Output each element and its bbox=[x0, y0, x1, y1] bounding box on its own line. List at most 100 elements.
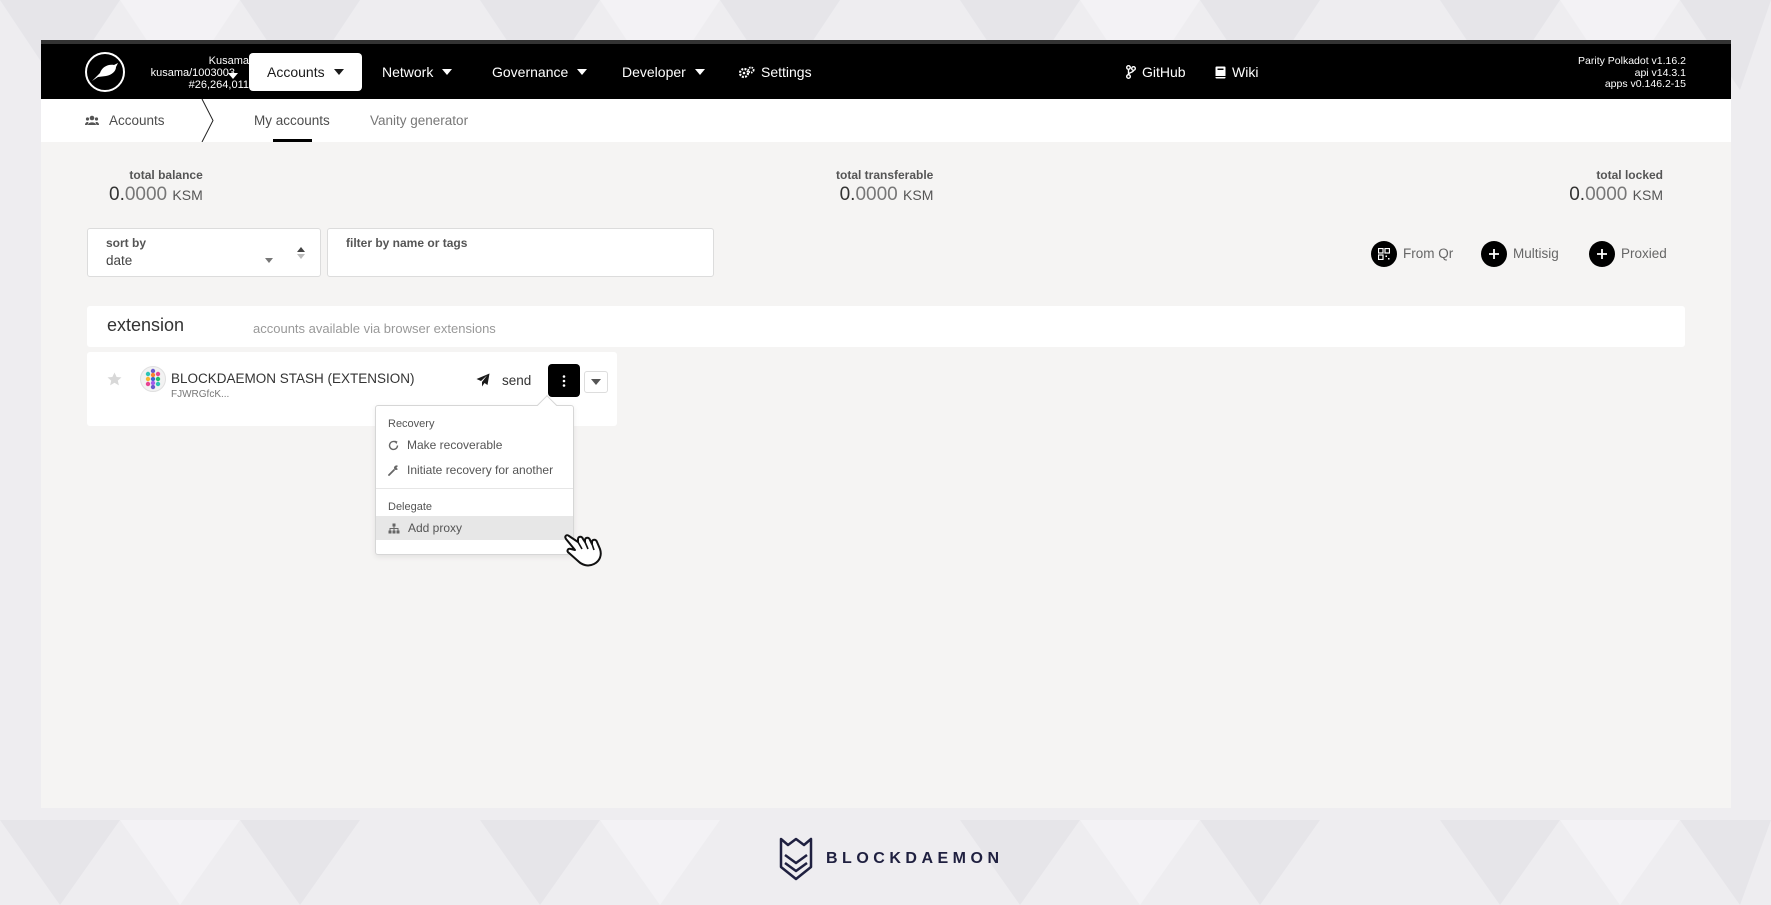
plus-icon bbox=[1481, 240, 1507, 267]
from-qr-button[interactable]: From Qr bbox=[1371, 240, 1453, 267]
nav-developer[interactable]: Developer bbox=[604, 53, 723, 91]
extension-subtitle: accounts available via browser extension… bbox=[253, 321, 496, 336]
nav-network[interactable]: Network bbox=[364, 53, 470, 91]
sort-by-dropdown[interactable]: sort by date bbox=[87, 228, 321, 277]
total-balance-unit: KSM bbox=[172, 187, 203, 203]
gears-icon bbox=[739, 66, 755, 78]
top-navbar: Kusama kusama/1003003 #26,264,011 Accoun… bbox=[41, 44, 1731, 99]
nav-settings-label: Settings bbox=[761, 64, 812, 80]
blockdaemon-brand: BLOCKDAEMON bbox=[779, 837, 1004, 881]
nav-settings[interactable]: Settings bbox=[721, 53, 830, 91]
chevron-down-icon bbox=[265, 258, 273, 263]
chain-caret-icon bbox=[228, 73, 238, 79]
send-label: send bbox=[502, 372, 532, 388]
plus-icon bbox=[1589, 240, 1615, 267]
send-button[interactable]: send bbox=[476, 370, 531, 390]
total-locked-int: 0. bbox=[1569, 184, 1586, 205]
total-transferable-dec: 0000 bbox=[855, 184, 898, 205]
account-options-menu: Recovery Make recoverable Initiate recov… bbox=[375, 395, 574, 555]
total-transferable-label: total transferable bbox=[836, 168, 934, 182]
total-transferable-value: 0.0000 KSM bbox=[836, 184, 934, 206]
total-balance-dec: 0000 bbox=[124, 184, 168, 205]
proxied-button[interactable]: Proxied bbox=[1589, 240, 1667, 267]
nav-github[interactable]: GitHub bbox=[1108, 53, 1204, 91]
client-version: Parity Polkadot v1.16.2 bbox=[1578, 55, 1686, 67]
menu-item-make-recoverable[interactable]: Make recoverable bbox=[376, 433, 573, 457]
chevron-down-icon bbox=[694, 69, 705, 75]
account-address[interactable]: FJWRGfcK... bbox=[171, 389, 229, 400]
app-window: Kusama kusama/1003003 #26,264,011 Accoun… bbox=[41, 40, 1731, 808]
total-locked-value: 0.0000 KSM bbox=[1569, 184, 1663, 206]
blockdaemon-logo-icon bbox=[779, 837, 813, 881]
menu-item-add-proxy[interactable]: Add proxy bbox=[376, 516, 573, 540]
active-tab-indicator bbox=[273, 139, 312, 142]
total-transferable: total transferable 0.0000 KSM bbox=[836, 168, 933, 206]
block-number: #26,264,011 bbox=[188, 79, 249, 91]
hand-pointer-cursor-icon bbox=[564, 534, 602, 567]
total-balance-value: 0.0000 KSM bbox=[109, 184, 203, 206]
git-branch-icon bbox=[1126, 65, 1136, 79]
more-options-button[interactable] bbox=[548, 364, 580, 397]
chevron-down-icon bbox=[442, 69, 453, 75]
sort-by-label: sort by bbox=[106, 236, 147, 250]
sub-navbar: Accounts My accounts Vanity generator bbox=[41, 99, 1731, 142]
nav-developer-label: Developer bbox=[622, 64, 686, 80]
chevron-down-icon bbox=[333, 69, 344, 75]
chevron-down-icon bbox=[591, 379, 601, 385]
sort-by-value: date bbox=[106, 253, 133, 268]
total-locked-label: total locked bbox=[1596, 168, 1663, 182]
version-info: Parity Polkadot v1.16.2 api v14.3.1 apps… bbox=[1578, 55, 1686, 91]
refresh-icon bbox=[388, 440, 399, 450]
filter-input[interactable]: filter by name or tags bbox=[327, 228, 714, 277]
total-locked-unit: KSM bbox=[1632, 187, 1663, 203]
menu-header-delegate: Delegate bbox=[388, 501, 433, 513]
kusama-logo-icon[interactable] bbox=[85, 52, 125, 92]
proxied-label: Proxied bbox=[1621, 246, 1667, 261]
nav-accounts-label: Accounts bbox=[267, 64, 325, 80]
menu-item-initiate-recovery[interactable]: Initiate recovery for another bbox=[376, 458, 573, 482]
nav-governance-label: Governance bbox=[492, 64, 569, 80]
nav-wiki[interactable]: Wiki bbox=[1197, 53, 1276, 91]
total-balance: total balance 0.0000 KSM bbox=[109, 168, 203, 206]
account-name[interactable]: BLOCKDAEMON STASH (EXTENSION) bbox=[171, 371, 415, 386]
menu-divider bbox=[376, 488, 573, 489]
tab-my-accounts[interactable]: My accounts bbox=[254, 99, 330, 142]
chain-name: Kusama bbox=[208, 55, 249, 67]
extension-section-header: extension accounts available via browser… bbox=[87, 306, 1685, 347]
multisig-button[interactable]: Multisig bbox=[1481, 240, 1559, 267]
nav-accounts[interactable]: Accounts bbox=[249, 53, 362, 91]
tab-vanity-generator[interactable]: Vanity generator bbox=[370, 99, 468, 142]
menu-item-initiate-recovery-label: Initiate recovery for another bbox=[407, 463, 554, 477]
breadcrumb-separator bbox=[201, 99, 214, 142]
total-locked: total locked 0.0000 KSM bbox=[1569, 168, 1663, 206]
expand-button[interactable] bbox=[584, 371, 608, 393]
qrcode-icon bbox=[1371, 240, 1397, 267]
menu-item-add-proxy-label: Add proxy bbox=[408, 521, 463, 535]
total-transferable-int: 0. bbox=[839, 184, 856, 205]
extension-title: extension bbox=[107, 315, 185, 335]
from-qr-label: From Qr bbox=[1403, 246, 1454, 261]
brand-name: BLOCKDAEMON bbox=[826, 850, 1004, 867]
apps-version: apps v0.146.2-15 bbox=[1604, 78, 1686, 90]
menu-item-make-recoverable-label: Make recoverable bbox=[407, 438, 503, 452]
ellipsis-vertical-icon bbox=[562, 374, 566, 387]
total-balance-int: 0. bbox=[109, 184, 125, 205]
nav-github-label: GitHub bbox=[1142, 64, 1186, 80]
total-balance-label: total balance bbox=[129, 168, 203, 182]
sitemap-icon bbox=[388, 523, 400, 533]
paper-plane-icon bbox=[476, 373, 490, 387]
section-accounts-label: Accounts bbox=[109, 113, 165, 128]
book-icon bbox=[1215, 66, 1226, 78]
tab-vanity-generator-label: Vanity generator bbox=[370, 113, 469, 128]
filter-label: filter by name or tags bbox=[346, 236, 468, 250]
wrench-icon bbox=[388, 464, 398, 476]
nav-governance[interactable]: Governance bbox=[474, 53, 605, 91]
total-locked-dec: 0000 bbox=[1585, 184, 1628, 205]
nav-network-label: Network bbox=[382, 64, 434, 80]
star-icon[interactable] bbox=[107, 372, 122, 386]
chevron-down-icon bbox=[577, 69, 588, 75]
identicon-avatar[interactable] bbox=[140, 366, 166, 392]
nav-wiki-label: Wiki bbox=[1232, 64, 1259, 80]
sort-direction-icon[interactable] bbox=[296, 246, 306, 260]
tab-my-accounts-label: My accounts bbox=[254, 113, 330, 128]
